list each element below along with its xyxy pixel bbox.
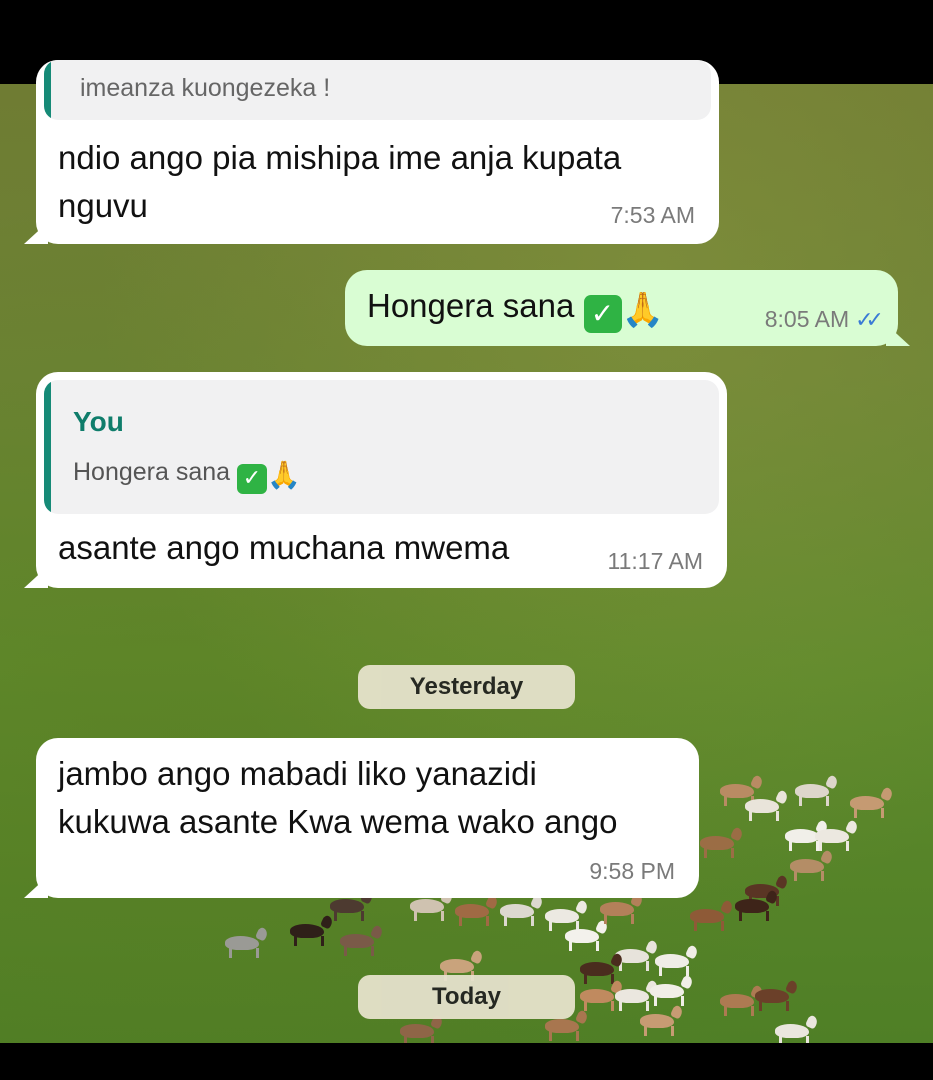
quote-author-name: You xyxy=(73,406,124,437)
message-text: Hongera sana ✓ 🙏 xyxy=(367,282,664,334)
folded-hands-emoji-icon: 🙏 xyxy=(267,460,301,491)
message-text-line-1: jambo ango mabadi liko yanazidi xyxy=(58,755,537,792)
quoted-text-fragment: imeanza kuongezeka ! xyxy=(80,74,331,102)
check-mark-button-emoji-icon: ✓ xyxy=(583,295,622,333)
quoted-reply-preview[interactable]: You Hongera sana ✓ 🙏 xyxy=(44,380,719,514)
message-time: 7:53 AM xyxy=(610,202,695,228)
message-text: asante ango muchana mwema xyxy=(58,529,510,566)
chat-screen: imeanza kuongezeka ! ndio ango pia mishi… xyxy=(0,0,933,1080)
message-text-line-1: ndio ango pia mishipa ime anja kupata xyxy=(58,139,622,176)
read-receipt-double-check-icon: ✓✓ xyxy=(855,308,884,333)
message-bubble-outgoing[interactable]: Hongera sana ✓ 🙏 8:05 AM ✓✓ xyxy=(345,270,898,346)
folded-hands-emoji-icon: 🙏 xyxy=(621,290,664,330)
message-time-with-status: 8:05 AM ✓✓ xyxy=(764,306,884,333)
message-text-content: Hongera sana xyxy=(367,287,575,324)
quote-accent-bar xyxy=(44,380,51,514)
message-time: 11:17 AM xyxy=(607,548,703,574)
message-text-line-2: nguvu xyxy=(58,187,148,224)
quoted-reply-preview[interactable]: imeanza kuongezeka ! xyxy=(44,60,711,120)
date-separator-yesterday: Yesterday xyxy=(358,665,575,709)
message-bubble-incoming[interactable]: imeanza kuongezeka ! ndio ango pia mishi… xyxy=(36,60,719,244)
message-time: 9:58 PM xyxy=(589,858,675,884)
date-separator-today: Today xyxy=(358,975,575,1019)
message-text-line-2: kukuwa asante Kwa wema wako ango xyxy=(58,803,618,840)
message-bubble-incoming-reply[interactable]: You Hongera sana ✓ 🙏 asante ango muchana … xyxy=(36,372,727,588)
quote-text: Hongera sana ✓ 🙏 xyxy=(73,458,301,494)
quote-accent-bar xyxy=(44,60,51,120)
message-time: 8:05 AM xyxy=(764,306,850,332)
bottom-black-bar xyxy=(0,1043,933,1080)
message-bubble-incoming[interactable]: jambo ango mabadi liko yanazidi kukuwa a… xyxy=(36,738,699,898)
quote-text-content: Hongera sana xyxy=(73,458,231,486)
check-mark-button-emoji-icon: ✓ xyxy=(237,464,268,494)
